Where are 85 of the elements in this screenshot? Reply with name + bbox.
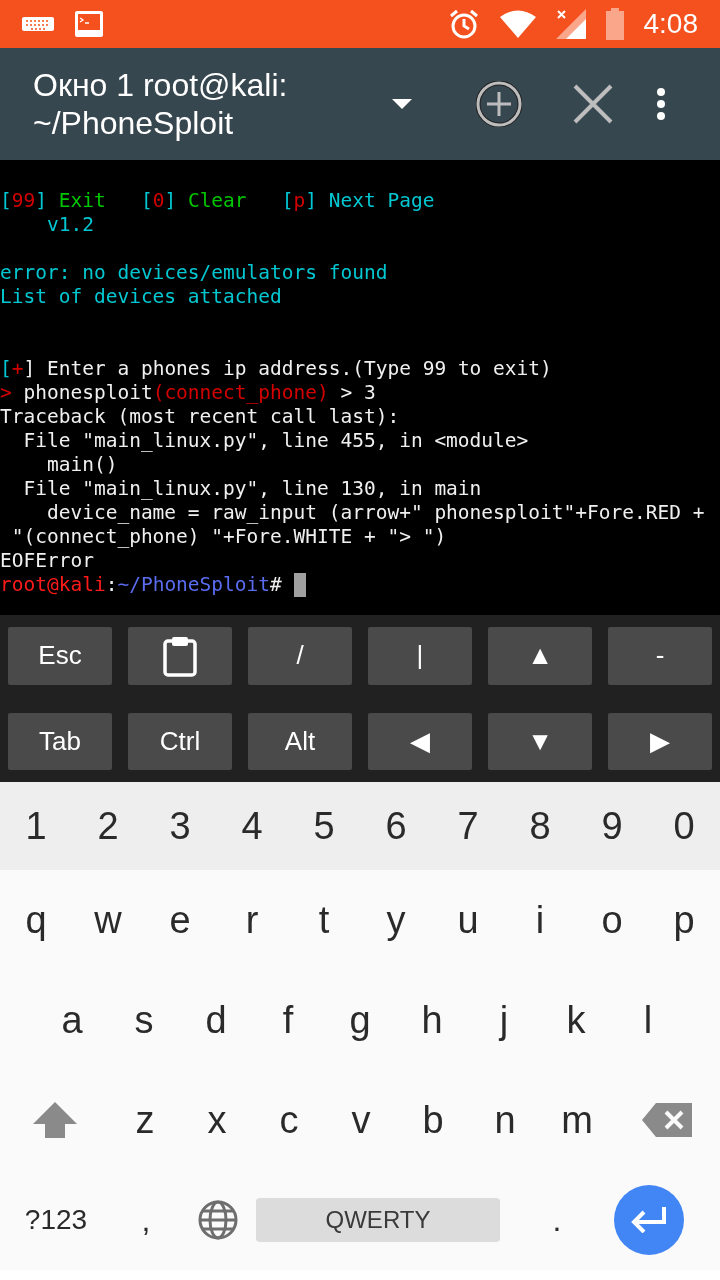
keyboard-key[interactable]: a <box>36 970 108 1070</box>
keyboard-key[interactable]: 5 <box>288 782 360 870</box>
terminal-line: File "main_linux.py", line 130, in main <box>22 477 482 501</box>
keyboard-key[interactable]: u <box>432 870 504 970</box>
keyboard-key[interactable]: 6 <box>360 782 432 870</box>
symbols-key[interactable]: ?123 <box>0 1170 112 1270</box>
keyboard-key[interactable]: w <box>72 870 144 970</box>
terminal-line: error: no devices/emulators found <box>0 261 388 285</box>
terminal-line: [+] Enter a phones ip address.(Type 99 to exit) <box>0 357 552 381</box>
keyboard-key[interactable]: p <box>648 870 720 970</box>
cursor <box>293 573 306 597</box>
extra-key[interactable]: | <box>368 627 472 685</box>
terminal-line: List of devices attached <box>0 285 282 309</box>
keyboard-key[interactable]: z <box>109 1070 181 1170</box>
window-title: Окно 1 root@kali: ~/PhoneSploit <box>33 66 289 142</box>
comma-key[interactable]: , <box>112 1170 180 1270</box>
keyboard-key[interactable]: 8 <box>504 782 576 870</box>
extra-key[interactable]: ◀ <box>368 712 472 770</box>
extra-key[interactable]: ▶ <box>608 712 712 770</box>
keyboard-key[interactable]: t <box>288 870 360 970</box>
close-button[interactable] <box>571 82 615 126</box>
signal-icon <box>555 9 586 39</box>
battery-icon <box>605 8 624 40</box>
plus-circle-icon <box>476 81 522 127</box>
extra-key[interactable]: Esc <box>8 627 112 685</box>
terminal-line: main() <box>45 453 118 477</box>
clipboard-key[interactable] <box>128 627 232 685</box>
keyboard-key[interactable]: e <box>144 870 216 970</box>
terminal-line: Traceback (most recent call last): <box>0 405 400 429</box>
clipboard-icon <box>162 634 198 677</box>
extra-key[interactable]: ▼ <box>488 712 592 770</box>
close-icon <box>573 84 613 124</box>
keyboard-key[interactable]: k <box>540 970 612 1070</box>
period-key[interactable]: . <box>500 1170 614 1270</box>
extra-key[interactable]: - <box>608 627 712 685</box>
keyboard-key[interactable]: q <box>0 870 72 970</box>
new-window-button[interactable] <box>475 80 523 128</box>
extra-key[interactable]: Tab <box>8 712 112 770</box>
keyboard-key[interactable]: c <box>253 1070 325 1170</box>
keyboard-key[interactable]: i <box>504 870 576 970</box>
keyboard-key[interactable]: r <box>216 870 288 970</box>
keyboard-key[interactable]: x <box>181 1070 253 1170</box>
keyboard-key[interactable]: s <box>108 970 180 1070</box>
space-bar[interactable]: QWERTY <box>256 1198 500 1242</box>
terminal-line: EOFError <box>0 549 94 573</box>
terminal-line: File "main_linux.py", line 455, in <module> <box>22 429 529 453</box>
keyboard-key[interactable]: 0 <box>648 782 720 870</box>
keyboard-key[interactable]: f <box>252 970 324 1070</box>
keyboard-key[interactable]: b <box>397 1070 469 1170</box>
keyboard-key[interactable]: o <box>576 870 648 970</box>
keyboard-key[interactable]: 7 <box>432 782 504 870</box>
keyboard-key[interactable]: v <box>325 1070 397 1170</box>
globe-icon <box>197 1199 239 1241</box>
extra-key[interactable]: / <box>248 627 352 685</box>
extra-key[interactable]: ▲ <box>488 627 592 685</box>
terminal-line: > phonesploit(connect_phone) > 3 <box>0 381 376 405</box>
keyboard-key[interactable]: l <box>612 970 684 1070</box>
keyboard-key[interactable]: 4 <box>216 782 288 870</box>
terminal-line: [99] Exit [0] Clear [p] Next Page <box>0 189 435 213</box>
backspace-icon <box>641 1103 692 1137</box>
enter-icon <box>630 1207 668 1233</box>
keyboard-key[interactable]: 9 <box>576 782 648 870</box>
terminal-line: "(connect_phone) "+Fore.WHITE + "> ") <box>10 525 447 549</box>
keyboard-key[interactable]: d <box>180 970 252 1070</box>
keyboard-key[interactable]: 2 <box>72 782 144 870</box>
extra-key[interactable]: Alt <box>248 712 352 770</box>
caret-icon <box>392 99 412 109</box>
keyboard-key[interactable]: h <box>396 970 468 1070</box>
wifi-icon <box>499 10 536 38</box>
keyboard-key[interactable]: j <box>468 970 540 1070</box>
keyboard-key[interactable]: 3 <box>144 782 216 870</box>
shell-prompt: root@kali:~/PhoneSploit# <box>0 573 283 597</box>
keyboard-key[interactable]: m <box>541 1070 613 1170</box>
keyboard-key[interactable]: 1 <box>0 782 72 870</box>
clock: 4:08 <box>643 7 698 41</box>
extra-key[interactable]: Ctrl <box>128 712 232 770</box>
more-icon <box>656 87 666 121</box>
alarm-icon <box>447 8 480 40</box>
terminal-icon <box>74 10 104 38</box>
keyboard-key[interactable]: y <box>360 870 432 970</box>
keyboard-key[interactable]: n <box>469 1070 541 1170</box>
terminal-line: v1.2 <box>45 213 94 237</box>
keyboard-icon <box>22 15 54 33</box>
terminal-line: device_name = raw_input (arrow+" phonesploit"+Fore.RED + <box>45 501 705 525</box>
keyboard-key[interactable]: g <box>324 970 396 1070</box>
